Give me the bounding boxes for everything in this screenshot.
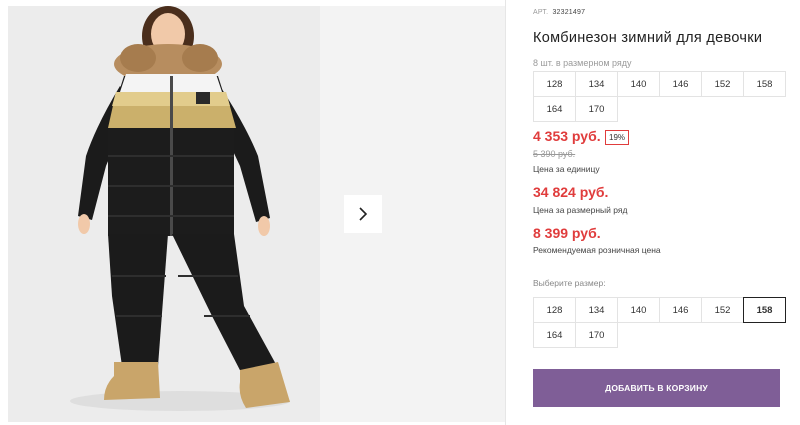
unit-price-note: Цена за единицу [533, 164, 600, 174]
unit-price: 4 353 руб. [533, 128, 601, 144]
product-photo[interactable] [8, 6, 320, 422]
choose-size-label: Выберите размер: [533, 278, 606, 288]
product-image [8, 6, 320, 422]
range-size-cell: 128 [533, 71, 576, 97]
range-size-cell: 140 [617, 71, 660, 97]
article-value: 32321497 [552, 9, 586, 16]
size-range-label: 8 шт. в размерном ряду [533, 58, 632, 68]
range-price-note: Цена за размерный ряд [533, 205, 628, 215]
size-option[interactable]: 170 [575, 322, 618, 348]
size-option[interactable]: 146 [659, 297, 702, 323]
size-option[interactable]: 152 [701, 297, 744, 323]
article-label: АРТ. [533, 9, 549, 16]
product-gallery [0, 0, 505, 425]
size-picker-grid: 128 134 140 146 152 158 164 170 [533, 297, 786, 348]
rrp-price-note: Рекомендуемая розничная цена [533, 245, 661, 255]
range-size-cell: 146 [659, 71, 702, 97]
product-title: Комбинезон зимний для девочки [533, 30, 763, 46]
size-range-grid: 128 134 140 146 152 158 164 170 [533, 71, 786, 122]
range-size-cell: 152 [701, 71, 744, 97]
add-to-cart-button[interactable]: ДОБАВИТЬ В КОРЗИНУ [533, 369, 780, 407]
size-option[interactable]: 128 [533, 297, 576, 323]
chevron-right-icon [359, 207, 368, 221]
size-option[interactable]: 134 [575, 297, 618, 323]
discount-badge: 19% [605, 130, 630, 145]
old-price: 5 390 руб. [533, 149, 576, 159]
size-option[interactable]: 164 [533, 322, 576, 348]
rrp-price: 8 399 руб. [533, 225, 601, 241]
range-size-cell: 170 [575, 96, 618, 122]
range-size-cell: 158 [743, 71, 786, 97]
gallery-next-button[interactable] [344, 195, 382, 233]
range-size-cell: 134 [575, 71, 618, 97]
product-info-panel: АРТ. 32321497 Комбинезон зимний для дево… [533, 0, 793, 425]
range-size-cell: 164 [533, 96, 576, 122]
size-option-selected[interactable]: 158 [743, 297, 786, 323]
panel-divider [505, 0, 506, 425]
size-option[interactable]: 140 [617, 297, 660, 323]
article-number: АРТ. 32321497 [533, 9, 585, 16]
range-price: 34 824 руб. [533, 184, 609, 200]
